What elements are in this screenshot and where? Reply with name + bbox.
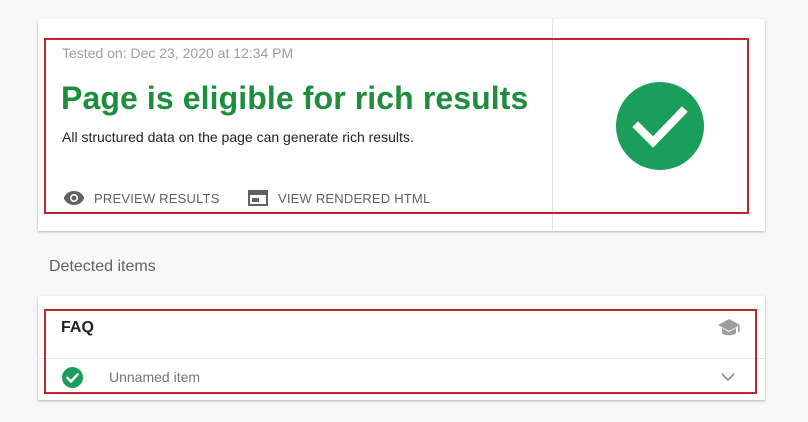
browser-window-icon [246,187,270,209]
faq-type-title: FAQ [61,319,94,336]
rich-results-test-page: Tested on: Dec 23, 2020 at 12:34 PM Page… [0,0,808,422]
item-name: Unnamed item [109,369,201,385]
card-vertical-divider [552,19,553,231]
result-summary-card: Tested on: Dec 23, 2020 at 12:34 PM Page… [38,19,765,231]
eye-icon [62,187,86,209]
tested-on-timestamp: Tested on: Dec 23, 2020 at 12:34 PM [62,45,294,61]
result-title: Page is eligible for rich results [61,80,529,116]
school-cap-icon[interactable] [717,318,741,338]
preview-results-label: PREVIEW RESULTS [94,190,220,206]
check-circle-icon [616,82,704,170]
view-rendered-html-label: VIEW RENDERED HTML [278,190,431,206]
result-description: All structured data on the page can gene… [62,129,414,145]
chevron-down-icon[interactable] [720,369,736,385]
faq-item-card: FAQ Unnamed item [38,296,765,400]
preview-results-button[interactable]: PREVIEW RESULTS [62,187,220,209]
list-item[interactable]: Unnamed item [38,359,765,393]
check-circle-icon [62,367,83,388]
detected-items-heading: Detected items [49,258,156,275]
view-rendered-html-button[interactable]: VIEW RENDERED HTML [246,187,430,209]
